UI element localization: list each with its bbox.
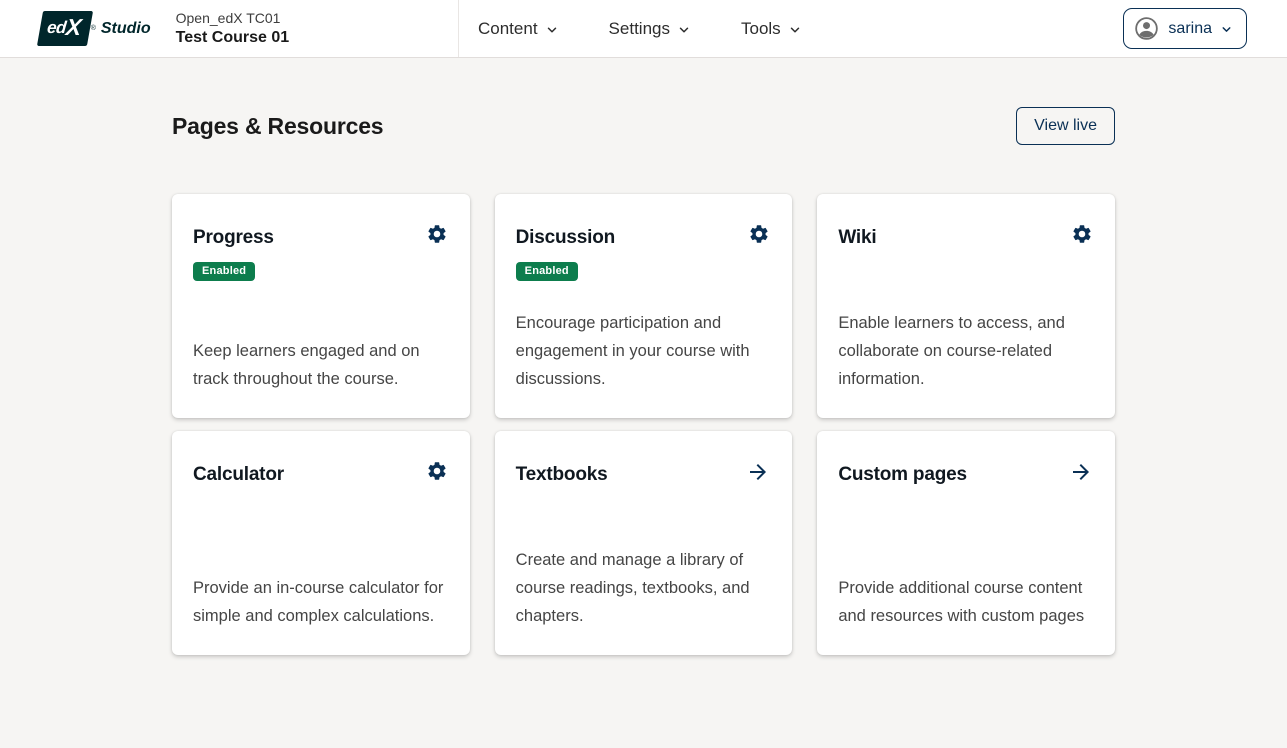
registered-mark: ® [91, 25, 96, 32]
arrow-forward-icon[interactable] [746, 460, 770, 484]
card-title: Calculator [193, 460, 284, 486]
nav-item-label: Settings [609, 19, 670, 39]
card-title: Custom pages [838, 460, 967, 486]
card-calculator[interactable]: Calculator Provide an in-course calculat… [172, 431, 470, 655]
card-title: Discussion [516, 223, 615, 249]
chevron-down-icon [545, 23, 559, 37]
card-description: Provide additional course content and re… [838, 574, 1093, 630]
app-header: edX ® Studio Open_edX TC01 Test Course 0… [0, 0, 1287, 58]
card-wiki[interactable]: Wiki Enable learners to access, and coll… [817, 194, 1115, 418]
arrow-forward-icon[interactable] [1069, 460, 1093, 484]
nav-item-settings[interactable]: Settings [609, 19, 691, 39]
header-left-section: edX ® Studio Open_edX TC01 Test Course 0… [0, 0, 459, 57]
nav-item-label: Content [478, 19, 538, 39]
status-badge: Enabled [193, 262, 255, 281]
edx-studio-logo[interactable]: edX ® Studio [40, 11, 151, 46]
settings-gear-icon[interactable] [1071, 223, 1093, 245]
card-description: Encourage participation and engagement i… [516, 309, 771, 393]
main-content: Pages & Resources View live Progress Ena… [172, 58, 1115, 655]
card-title: Wiki [838, 223, 876, 249]
nav-item-label: Tools [741, 19, 781, 39]
chevron-down-icon [1220, 23, 1233, 36]
card-description: Provide an in-course calculator for simp… [193, 574, 448, 630]
nav-item-tools[interactable]: Tools [741, 19, 802, 39]
card-title: Textbooks [516, 460, 608, 486]
card-description: Enable learners to access, and collabora… [838, 309, 1093, 393]
card-description: Keep learners engaged and on track throu… [193, 337, 448, 393]
edx-logo-box: edX [37, 11, 93, 46]
studio-wordmark: Studio [101, 20, 151, 38]
card-progress[interactable]: Progress Enabled Keep learners engaged a… [172, 194, 470, 418]
header-spacer [802, 0, 1124, 57]
card-title: Progress [193, 223, 274, 249]
settings-gear-icon[interactable] [426, 460, 448, 482]
main-nav: Content Settings Tools [478, 0, 802, 57]
settings-gear-icon[interactable] [748, 223, 770, 245]
user-name: sarina [1168, 20, 1212, 38]
view-live-button[interactable]: View live [1016, 107, 1115, 145]
chevron-down-icon [788, 23, 802, 37]
pages-resources-grid: Progress Enabled Keep learners engaged a… [172, 194, 1115, 655]
user-menu-button[interactable]: sarina [1123, 8, 1247, 49]
avatar-icon [1133, 15, 1160, 42]
page-title-row: Pages & Resources View live [172, 107, 1115, 145]
card-discussion[interactable]: Discussion Enabled Encourage participati… [495, 194, 793, 418]
card-description: Create and manage a library of course re… [516, 546, 771, 630]
nav-item-content[interactable]: Content [478, 19, 559, 39]
chevron-down-icon [677, 23, 691, 37]
settings-gear-icon[interactable] [426, 223, 448, 245]
course-org-number: Open_edX TC01 [176, 9, 290, 27]
card-textbooks[interactable]: Textbooks Create and manage a library of… [495, 431, 793, 655]
course-info: Open_edX TC01 Test Course 01 [176, 9, 290, 49]
studio-pages-resources-screen: edX ® Studio Open_edX TC01 Test Course 0… [0, 0, 1287, 748]
card-custom-pages[interactable]: Custom pages Provide additional course c… [817, 431, 1115, 655]
status-badge: Enabled [516, 262, 578, 281]
course-title: Test Course 01 [176, 28, 290, 49]
page-title: Pages & Resources [172, 113, 383, 140]
